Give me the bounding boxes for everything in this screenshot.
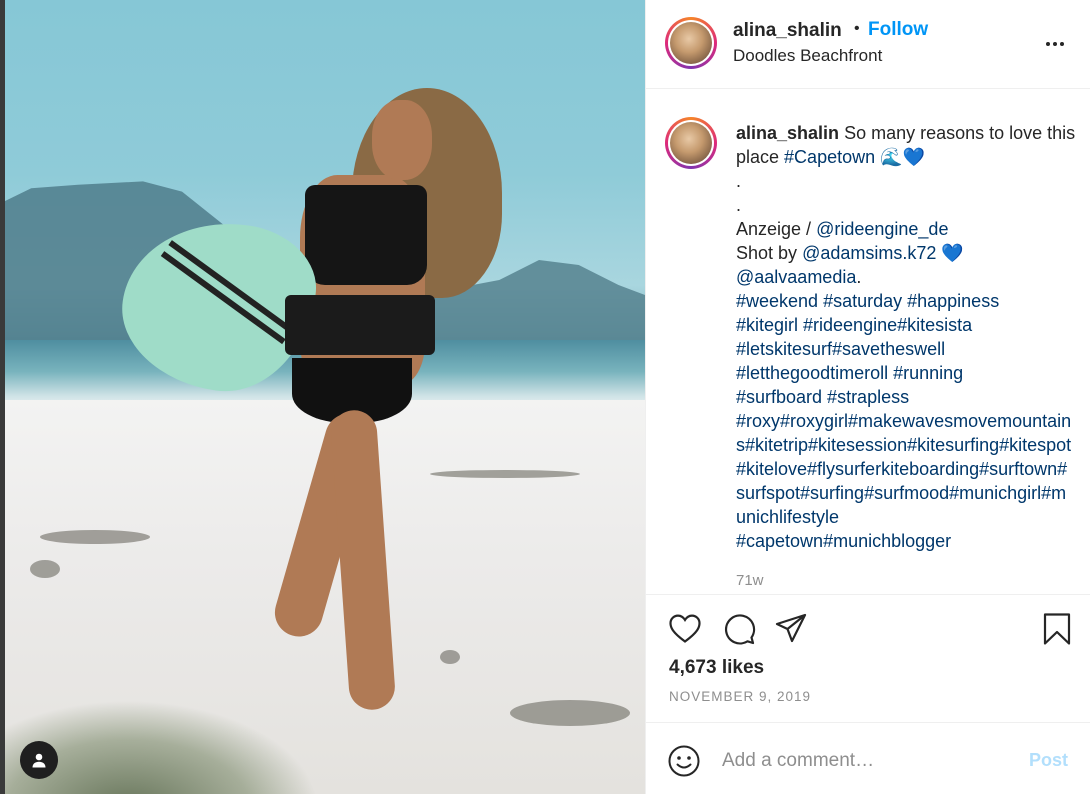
- mention-link[interactable]: @rideengine_de: [816, 219, 948, 239]
- hashtag-line[interactable]: #weekend #saturday #happiness: [736, 289, 1076, 313]
- action-bar: [646, 596, 1090, 662]
- seaweed: [510, 700, 630, 726]
- ad-label: Anzeige /: [736, 219, 812, 239]
- header-username[interactable]: alina_shalin: [733, 20, 842, 42]
- hashtag-link[interactable]: #Capetown: [784, 147, 875, 167]
- user-icon: [32, 753, 46, 768]
- hashtag-block[interactable]: #roxy#roxygirl#makewavesmovemountains#ki…: [736, 409, 1076, 529]
- avatar[interactable]: [665, 17, 717, 69]
- post-sidebar: alina_shalin • Follow Doodles Beachfront…: [645, 0, 1090, 794]
- caption-period: .: [856, 267, 862, 287]
- mention-link[interactable]: @aalvaamedia: [736, 267, 856, 287]
- more-options-button[interactable]: [1046, 34, 1072, 54]
- post-date[interactable]: NOVEMBER 9, 2019: [669, 689, 811, 704]
- photo-edge: [0, 0, 5, 794]
- caption-time-ago[interactable]: 71w: [736, 572, 764, 589]
- follow-button[interactable]: Follow: [868, 19, 928, 41]
- caption-avatar[interactable]: [665, 117, 717, 169]
- caption-dot: .: [736, 171, 742, 191]
- more-horizontal-icon: [1046, 42, 1050, 46]
- heart-icon[interactable]: [668, 612, 702, 646]
- caption-section: alina_shalin So many reasons to love thi…: [646, 90, 1090, 595]
- caption-emoji: 🌊💙: [880, 147, 925, 167]
- kite-harness: [285, 295, 435, 355]
- bikini-top: [305, 185, 427, 285]
- location-link[interactable]: Doodles Beachfront: [733, 46, 882, 66]
- comment-icon[interactable]: [722, 612, 756, 646]
- bookmark-icon[interactable]: [1040, 612, 1074, 646]
- hashtag-line[interactable]: #kitegirl #rideengine#kitesista: [736, 313, 1076, 337]
- hashtag-line[interactable]: #surfboard #strapless: [736, 385, 1076, 409]
- emoji-icon[interactable]: [668, 745, 700, 777]
- rock: [440, 650, 460, 664]
- send-icon[interactable]: [774, 612, 808, 646]
- caption-username[interactable]: alina_shalin: [736, 123, 839, 143]
- post-header: alina_shalin • Follow Doodles Beachfront: [646, 0, 1090, 89]
- mention-link[interactable]: @adamsims.k72: [802, 243, 936, 263]
- tagged-users-button[interactable]: [20, 741, 58, 779]
- post-comment-button[interactable]: Post: [1029, 750, 1068, 771]
- shot-by-label: Shot by: [736, 243, 798, 263]
- caption-text: alina_shalin So many reasons to love thi…: [736, 121, 1076, 553]
- heart-emoji: 💙: [941, 243, 964, 263]
- post-photo[interactable]: [0, 0, 645, 794]
- like-count[interactable]: 4,673 likes: [669, 657, 764, 679]
- comment-input[interactable]: [722, 745, 1012, 777]
- surfer-head: [372, 100, 432, 180]
- hashtag-line[interactable]: #letthegoodtimeroll #running: [736, 361, 1076, 385]
- seaweed: [430, 470, 580, 478]
- hashtag-line[interactable]: #letskitesurf#savetheswell: [736, 337, 1076, 361]
- rock: [30, 560, 60, 578]
- seaweed: [40, 530, 150, 544]
- caption-dot: .: [736, 195, 742, 215]
- hashtag-line[interactable]: #capetown#munichblogger: [736, 529, 1076, 553]
- comment-bar: Post: [646, 722, 1090, 794]
- separator-dot: •: [854, 20, 860, 37]
